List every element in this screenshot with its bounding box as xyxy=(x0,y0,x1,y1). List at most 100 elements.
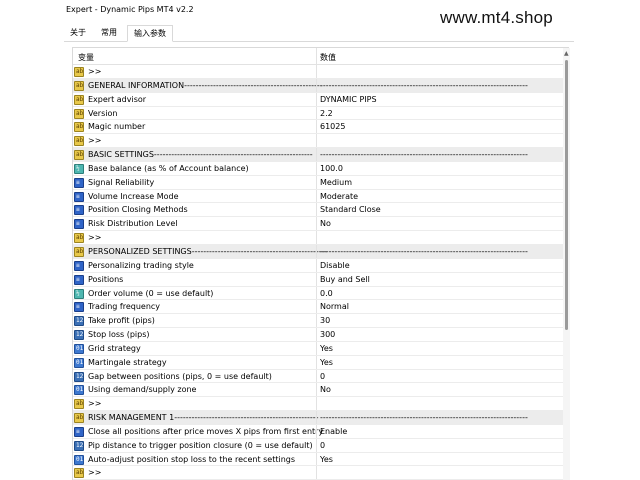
enum-type-icon: ≡ xyxy=(74,274,84,285)
parameter-row[interactable]: ≡ Volume Increase Mode Moderate xyxy=(73,189,563,204)
parameter-value[interactable]: No xyxy=(320,219,331,228)
parameter-name: Signal Reliability xyxy=(88,177,155,187)
column-divider xyxy=(316,120,317,134)
parameter-row[interactable]: ab Expert advisor DYNAMIC PIPS xyxy=(73,92,563,107)
parameter-row[interactable]: ½ Base balance (as % of Account balance) 1… xyxy=(73,161,563,176)
parameter-row[interactable]: ≡ Signal Reliability Medium xyxy=(73,175,563,190)
parameter-value[interactable]: 0 xyxy=(320,441,325,450)
parameter-row[interactable]: ≡ Trading frequency Normal xyxy=(73,300,563,315)
column-divider xyxy=(316,189,317,203)
parameter-value[interactable]: Buy and Sell xyxy=(320,275,370,284)
parameter-value[interactable]: 0 xyxy=(320,372,325,381)
parameter-name: Positions xyxy=(88,274,124,284)
string-type-icon: ab xyxy=(74,413,84,424)
parameter-row[interactable]: 01 Martingale strategy Yes xyxy=(73,355,563,370)
parameter-row[interactable]: ab Version 2.2 xyxy=(73,106,563,121)
section-header-row[interactable]: ab RISK MANAGEMENT 1---------------------… xyxy=(73,411,563,425)
type-glyph: ≡ xyxy=(76,275,80,283)
parameter-row[interactable]: 01 Auto-adjust position stop loss to the … xyxy=(73,452,563,467)
parameter-value[interactable]: ----------------------------------------… xyxy=(320,413,528,422)
parameter-row[interactable]: 12 Stop loss (pips) 300 xyxy=(73,328,563,342)
column-divider xyxy=(316,383,317,397)
parameter-row[interactable]: ≡ Positions Buy and Sell xyxy=(73,272,563,287)
string-type-icon: ab xyxy=(74,94,84,105)
column-divider xyxy=(316,286,317,300)
scrollbar-thumb[interactable] xyxy=(565,60,568,330)
column-divider xyxy=(316,106,317,120)
string-type-icon: ab xyxy=(74,468,84,479)
parameter-name: >> xyxy=(88,468,102,478)
parameter-row[interactable]: ≡ Close all positions after price moves X… xyxy=(73,424,563,439)
column-divider xyxy=(316,148,317,161)
section-header-row[interactable]: ab PERSONALIZED SETTINGS-----------------… xyxy=(73,244,563,259)
parameter-value[interactable]: 61025 xyxy=(320,122,345,131)
column-header-value[interactable]: 数值 xyxy=(320,52,336,63)
table-header: 变量 数值 xyxy=(73,48,563,65)
scroll-up-icon[interactable]: ▲ xyxy=(564,50,569,57)
parameter-name: Grid strategy xyxy=(88,343,141,353)
parameter-name: GENERAL INFORMATION---------------------… xyxy=(88,80,323,90)
parameter-value[interactable]: Yes xyxy=(320,455,333,464)
tab-inputs[interactable]: 输入参数 xyxy=(127,25,173,42)
string-type-icon: ab xyxy=(74,233,84,244)
type-glyph: 01 xyxy=(76,358,84,366)
vertical-scrollbar[interactable]: ▲ xyxy=(563,48,570,480)
column-header-variable[interactable]: 变量 xyxy=(78,52,94,63)
parameter-row[interactable]: 12 Take profit (pips) 30 xyxy=(73,314,563,329)
parameter-name: Version xyxy=(88,108,118,118)
parameter-name: Volume Increase Mode xyxy=(88,191,179,201)
parameter-row[interactable]: ½ Order volume (0 = use default) 0.0 xyxy=(73,286,563,301)
parameter-name: >> xyxy=(88,233,102,243)
parameter-value[interactable]: 2.2 xyxy=(320,109,333,118)
parameter-row[interactable]: 12 Gap between positions (pips, 0 = use d… xyxy=(73,369,563,384)
parameter-value[interactable]: Normal xyxy=(320,302,349,311)
parameter-row[interactable]: 12 Pip distance to trigger position closu… xyxy=(73,438,563,453)
parameter-row[interactable]: ab >> xyxy=(73,397,563,412)
section-header-row[interactable]: ab GENERAL INFORMATION-------------------… xyxy=(73,78,563,93)
parameter-value[interactable]: Yes xyxy=(320,344,333,353)
parameter-value[interactable]: 300 xyxy=(320,330,335,339)
parameter-value[interactable]: No xyxy=(320,385,331,394)
parameter-value[interactable]: Medium xyxy=(320,178,352,187)
parameter-row[interactable]: ≡ Risk Distribution Level No xyxy=(73,217,563,232)
parameter-value[interactable]: DYNAMIC PIPS xyxy=(320,95,377,104)
parameter-name: Position Closing Methods xyxy=(88,205,188,215)
parameter-row[interactable]: 01 Using demand/supply zone No xyxy=(73,383,563,398)
parameter-value[interactable]: Moderate xyxy=(320,192,358,201)
parameter-name: Stop loss (pips) xyxy=(88,330,150,340)
parameter-value[interactable]: ----------------------------------------… xyxy=(320,247,528,256)
type-glyph: ≡ xyxy=(76,261,80,269)
parameter-name: Personalizing trading style xyxy=(88,260,194,270)
tab-common[interactable]: 常用 xyxy=(95,25,123,42)
enum-type-icon: ≡ xyxy=(74,426,84,437)
parameter-row[interactable]: ab >> xyxy=(73,466,563,480)
type-glyph: 12 xyxy=(76,317,84,325)
parameter-row[interactable]: ab >> xyxy=(73,134,563,149)
parameter-row[interactable]: ≡ Position Closing Methods Standard Close xyxy=(73,203,563,218)
column-divider[interactable] xyxy=(316,48,317,65)
tab-about[interactable]: 关于 xyxy=(64,25,92,42)
type-glyph: ab xyxy=(76,109,84,117)
parameter-name: Take profit (pips) xyxy=(88,316,155,326)
string-type-icon: ab xyxy=(74,108,84,119)
parameter-row[interactable]: ab >> xyxy=(73,65,563,79)
parameter-value[interactable]: Enable xyxy=(320,427,347,436)
column-divider xyxy=(316,438,317,452)
parameter-value[interactable]: ----------------------------------------… xyxy=(320,81,528,90)
parameter-name: PERSONALIZED SETTINGS-------------------… xyxy=(88,246,328,256)
parameter-row[interactable]: ≡ Personalizing trading style Disable xyxy=(73,258,563,273)
parameter-value[interactable]: ----------------------------------------… xyxy=(320,150,528,159)
type-glyph: ≡ xyxy=(76,303,80,311)
section-header-row[interactable]: ab BASIC SETTINGS------------------------… xyxy=(73,148,563,162)
parameter-row[interactable]: 01 Grid strategy Yes xyxy=(73,341,563,356)
parameter-value[interactable]: 30 xyxy=(320,316,330,325)
parameter-value[interactable]: Yes xyxy=(320,358,333,367)
parameter-row[interactable]: ab Magic number 61025 xyxy=(73,120,563,135)
parameter-value[interactable]: Standard Close xyxy=(320,205,381,214)
parameter-value[interactable]: 100.0 xyxy=(320,164,343,173)
parameter-value[interactable]: 0.0 xyxy=(320,289,333,298)
parameter-value[interactable]: Disable xyxy=(320,261,350,270)
parameter-row[interactable]: ab >> xyxy=(73,231,563,245)
string-type-icon: ab xyxy=(74,399,84,410)
parameter-name: Expert advisor xyxy=(88,94,147,104)
